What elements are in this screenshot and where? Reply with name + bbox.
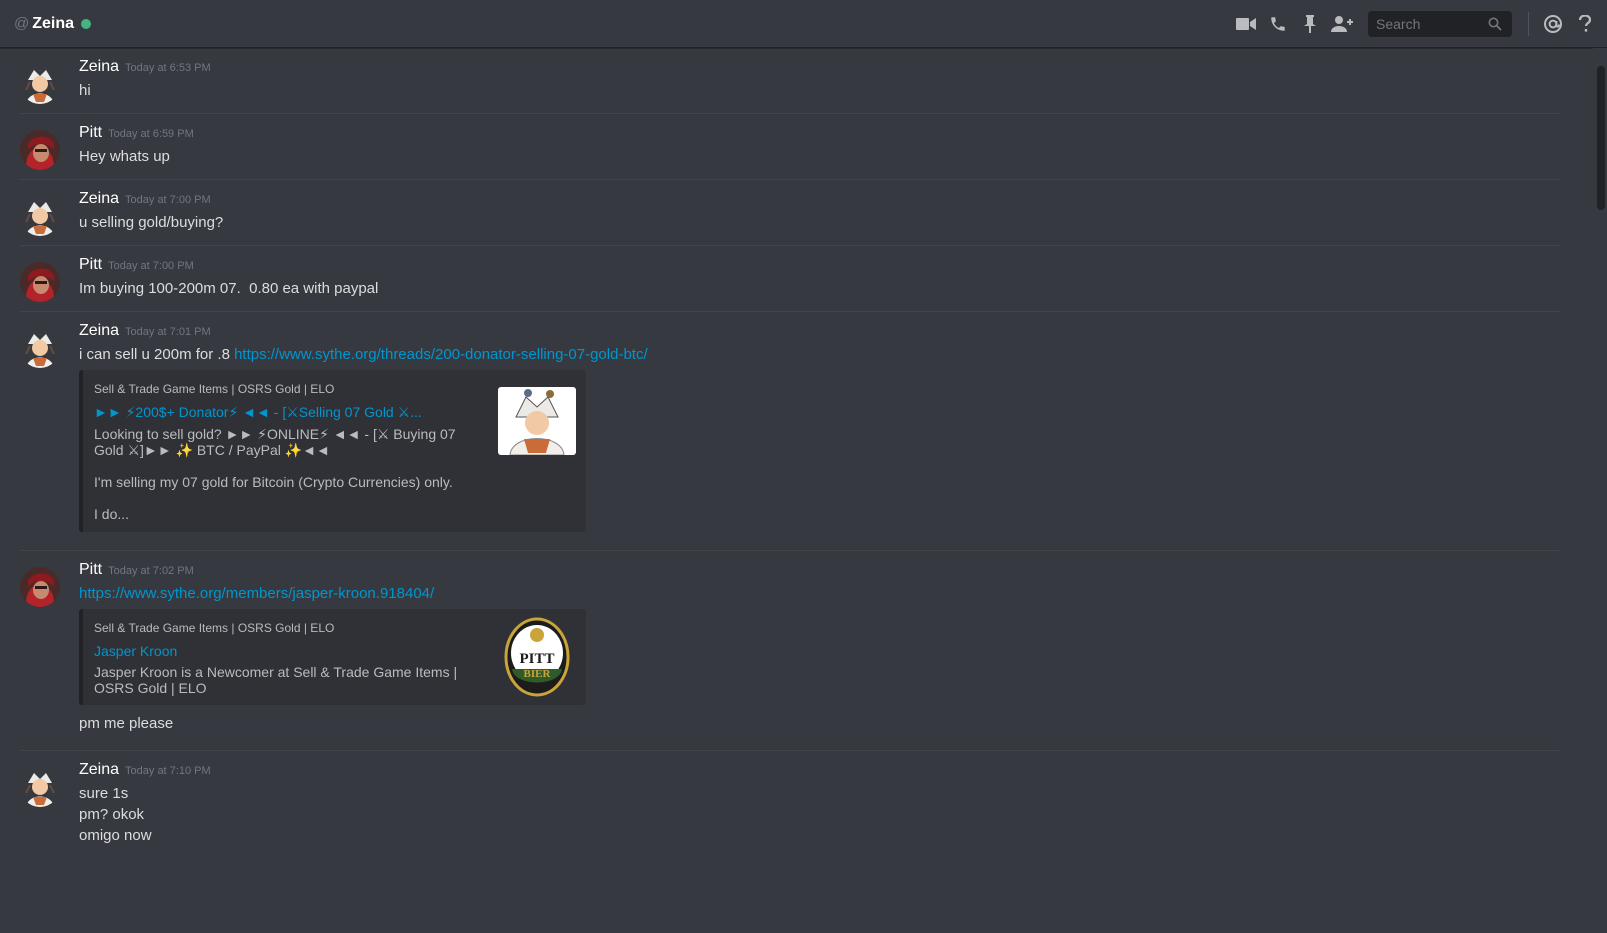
message-text: sure 1s	[79, 785, 129, 802]
message-group: Zeina Today at 7:00 PM u selling gold/bu…	[20, 180, 1560, 246]
message-group: Zeina Today at 6:53 PM hi	[20, 48, 1560, 114]
thumb-text-bottom: BIER	[524, 668, 552, 680]
avatar[interactable]	[20, 767, 60, 807]
message-group: Pitt Today at 7:02 PM https://www.sythe.…	[20, 551, 1560, 751]
message-text: pm me please	[79, 715, 174, 732]
link-embed: Sell & Trade Game Items | OSRS Gold | EL…	[79, 370, 586, 532]
header-toolbar	[1230, 0, 1607, 48]
avatar[interactable]	[20, 262, 60, 302]
message-author[interactable]: Zeina	[79, 761, 119, 779]
toolbar-divider	[1528, 12, 1529, 36]
message-text: pm? okok	[79, 806, 145, 823]
message-timestamp: Today at 7:00 PM	[108, 260, 194, 272]
message-text: i can sell u 200m for .8 https://www.syt…	[79, 344, 1560, 365]
thumb-text-top: PITT	[519, 651, 554, 667]
message-text: omigo now	[79, 827, 152, 844]
avatar[interactable]	[20, 196, 60, 236]
message-timestamp: Today at 7:02 PM	[108, 565, 194, 577]
avatar[interactable]	[20, 130, 60, 170]
message-timestamp: Today at 6:59 PM	[108, 128, 194, 140]
avatar[interactable]	[20, 567, 60, 607]
message-author[interactable]: Zeina	[79, 322, 119, 340]
message-list: Zeina Today at 6:53 PM hi Pitt Today at …	[0, 48, 1590, 933]
search-icon[interactable]	[1488, 17, 1502, 31]
search-field[interactable]	[1368, 11, 1512, 37]
pin-icon[interactable]	[1298, 12, 1322, 36]
message-group: Pitt Today at 7:00 PM Im buying 100-200m…	[20, 246, 1560, 312]
embed-description: Looking to sell gold? ►► ⚡ONLINE⚡ ◄◄ - […	[94, 426, 456, 522]
message-author[interactable]: Pitt	[79, 561, 102, 579]
message-text: Hey whats up	[79, 148, 170, 165]
channel-header: @ Zeina	[0, 0, 1607, 48]
message-author[interactable]: Zeina	[79, 58, 119, 76]
message-group: Zeina Today at 7:10 PM sure 1s pm? okok …	[20, 751, 1560, 858]
dm-at-icon: @	[14, 15, 30, 32]
message-text: Im buying 100-200m 07. 0.80 ea with payp…	[79, 280, 379, 297]
message-link[interactable]: https://www.sythe.org/threads/200-donato…	[234, 346, 648, 363]
message-timestamp: Today at 6:53 PM	[125, 62, 211, 74]
message-text: hi	[79, 82, 91, 99]
embed-description: Jasper Kroon is a Newcomer at Sell & Tra…	[94, 664, 458, 696]
message-author[interactable]: Zeina	[79, 190, 119, 208]
mention-icon[interactable]	[1541, 12, 1565, 36]
link-embed: Sell & Trade Game Items | OSRS Gold | EL…	[79, 609, 586, 705]
online-status-indicator	[81, 18, 92, 29]
channel-title: Zeina	[32, 14, 75, 32]
message-text: https://www.sythe.org/members/jasper-kro…	[79, 583, 1560, 604]
embed-thumbnail[interactable]: PITT BIER	[504, 617, 570, 697]
message-link[interactable]: https://www.sythe.org/members/jasper-kro…	[79, 585, 434, 602]
video-call-icon[interactable]	[1234, 12, 1258, 36]
avatar[interactable]	[20, 64, 60, 104]
embed-thumbnail[interactable]	[498, 387, 576, 455]
message-text: u selling gold/buying?	[79, 214, 224, 231]
add-friend-icon[interactable]	[1330, 12, 1354, 36]
help-icon[interactable]	[1573, 12, 1597, 36]
avatar[interactable]	[20, 328, 60, 368]
message-author[interactable]: Pitt	[79, 124, 102, 142]
message-timestamp: Today at 7:01 PM	[125, 326, 211, 338]
message-author[interactable]: Pitt	[79, 256, 102, 274]
message-timestamp: Today at 7:00 PM	[125, 194, 211, 206]
message-text-prefix: i can sell u 200m for .8	[79, 346, 235, 363]
message-group: Zeina Today at 7:01 PM i can sell u 200m…	[20, 312, 1560, 551]
scrollbar-thumb[interactable]	[1597, 66, 1605, 210]
message-timestamp: Today at 7:10 PM	[125, 765, 211, 777]
voice-call-icon[interactable]	[1266, 12, 1290, 36]
search-input[interactable]	[1374, 15, 1488, 33]
message-group: Pitt Today at 6:59 PM Hey whats up	[20, 114, 1560, 180]
